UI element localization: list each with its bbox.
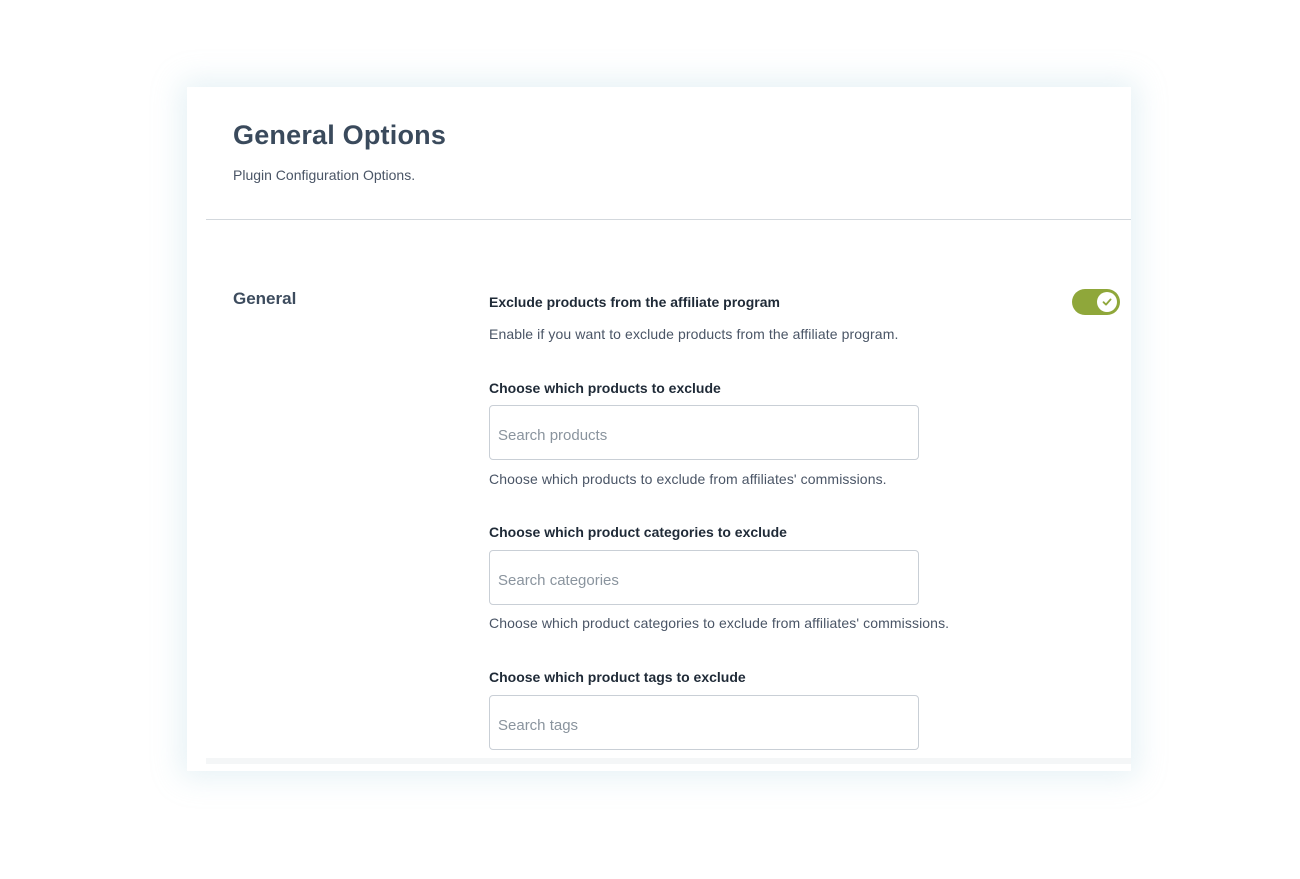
categories-field-description: Choose which product categories to exclu…: [489, 615, 950, 631]
section-title-general: General: [233, 289, 297, 308]
products-field-label: Choose which products to exclude: [489, 380, 721, 396]
exclude-products-toggle[interactable]: [1072, 289, 1120, 315]
page-title: General Options: [233, 120, 447, 150]
page-background: General Options Plugin Configuration Opt…: [0, 0, 1300, 879]
page-subtitle: Plugin Configuration Options.: [233, 167, 416, 183]
categories-search-box: [489, 550, 919, 607]
products-search-box: [489, 405, 919, 462]
check-icon: [1102, 298, 1112, 306]
products-search-input[interactable]: [498, 409, 898, 462]
categories-search-input[interactable]: [498, 554, 898, 607]
header-divider: [206, 219, 1131, 220]
tags-field-label: Choose which product tags to exclude: [489, 669, 746, 685]
products-field-description: Choose which products to exclude from af…: [489, 471, 887, 487]
categories-field-label: Choose which product categories to exclu…: [489, 524, 787, 540]
options-panel: General Options Plugin Configuration Opt…: [187, 87, 1131, 771]
exclude-products-label: Exclude products from the affiliate prog…: [489, 294, 780, 310]
tags-search-input[interactable]: [498, 699, 898, 752]
panel-footer-strip: [206, 758, 1131, 764]
toggle-knob: [1097, 292, 1117, 312]
tags-search-box: [489, 695, 919, 752]
exclude-products-description: Enable if you want to exclude products f…: [489, 326, 899, 342]
